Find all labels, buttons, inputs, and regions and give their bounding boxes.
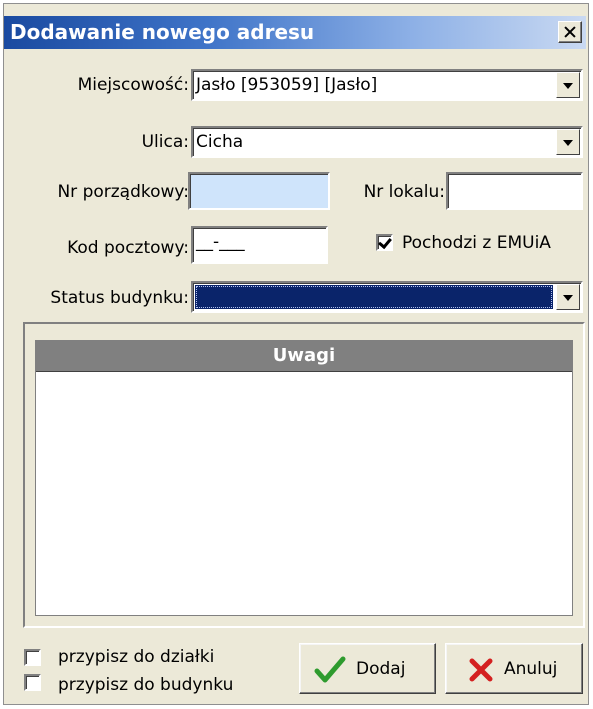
kod-pocztowy-value: __-___ xyxy=(196,232,245,252)
ulica-value: Cicha xyxy=(196,132,244,152)
przypisz-dzialki-checkbox[interactable] xyxy=(24,649,41,666)
nr-lokalu-input[interactable] xyxy=(446,172,583,210)
kod-pocztowy-input[interactable]: __-___ xyxy=(191,226,328,264)
miejscowosc-value: Jasło [953059] [Jasło] xyxy=(196,75,378,95)
chevron-down-icon[interactable] xyxy=(556,72,580,98)
przypisz-budynku-checkbox[interactable] xyxy=(24,674,41,691)
nr-porzadkowy-label: Nr porządkowy: xyxy=(57,182,189,202)
uwagi-header: Uwagi xyxy=(36,341,572,372)
close-icon[interactable] xyxy=(558,21,582,43)
przypisz-budynku-label: przypisz do budynku xyxy=(58,675,234,695)
anuluj-label: Anuluj xyxy=(504,659,558,679)
ulica-label: Ulica: xyxy=(141,132,189,152)
status-budynku-label: Status budynku: xyxy=(50,288,189,308)
status-budynku-value xyxy=(195,285,553,309)
chevron-down-icon[interactable] xyxy=(556,284,580,310)
uwagi-panel: Uwagi xyxy=(23,322,585,628)
title-bar: Dodawanie nowego adresu xyxy=(4,16,586,49)
nr-lokalu-label: Nr lokalu: xyxy=(363,182,445,202)
przypisz-dzialki-label: przypisz do działki xyxy=(58,647,215,667)
kod-pocztowy-label: Kod pocztowy: xyxy=(67,238,189,258)
status-budynku-combo[interactable] xyxy=(191,281,583,313)
dodaj-label: Dodaj xyxy=(356,659,406,679)
miejscowosc-combo[interactable]: Jasło [953059] [Jasło] xyxy=(191,69,583,101)
cross-icon xyxy=(469,658,493,682)
nr-porzadkowy-input[interactable] xyxy=(188,172,330,210)
dodaj-button[interactable]: Dodaj xyxy=(299,643,436,694)
uwagi-grid[interactable]: Uwagi xyxy=(35,340,573,616)
miejscowosc-label: Miejscowość: xyxy=(77,75,189,95)
uwagi-text[interactable] xyxy=(36,372,572,380)
window-title: Dodawanie nowego adresu xyxy=(10,20,315,44)
pochodzi-emuia-label: Pochodzi z EMUiA xyxy=(402,233,551,253)
ulica-combo[interactable]: Cicha xyxy=(191,126,583,158)
anuluj-button[interactable]: Anuluj xyxy=(445,643,583,694)
checkmark-icon xyxy=(314,656,346,683)
pochodzi-emuia-checkbox[interactable] xyxy=(376,234,393,251)
chevron-down-icon[interactable] xyxy=(556,129,580,155)
